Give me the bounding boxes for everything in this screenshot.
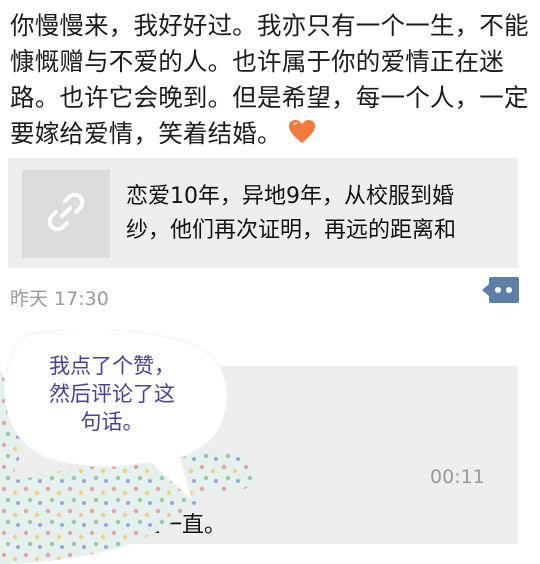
post-text-content: 你慢慢来，我好好过。我亦只有一个一生，不能慷慨赠与不爱的人。也许属于你的爱情正在… xyxy=(10,11,529,148)
shared-link-card[interactable]: 恋爱10年，异地9年，从校服到婚 纱，他们再次证明，再远的距离和 xyxy=(8,158,518,268)
bubble-note: 我点了个赞， 然后评论了这 句话。 xyxy=(49,354,175,434)
post-timestamp: 昨天 17:30 xyxy=(10,288,109,310)
orange-heart-icon xyxy=(288,119,316,145)
comment-text: 愿好，一直一直。 xyxy=(50,513,227,538)
link-icon xyxy=(41,187,91,241)
post-text: 你慢慢来，我好好过。我亦只有一个一生，不能慷慨赠与不爱的人。也许属于你的爱情正在… xyxy=(10,8,530,152)
more-actions-button[interactable] xyxy=(480,276,520,304)
comment-timestamp: 00:11 xyxy=(430,466,485,488)
link-thumbnail xyxy=(22,170,110,258)
more-dots-icon xyxy=(482,277,519,303)
link-title: 恋爱10年，异地9年，从校服到婚 纱，他们再次证明，再远的距离和 xyxy=(126,184,457,243)
